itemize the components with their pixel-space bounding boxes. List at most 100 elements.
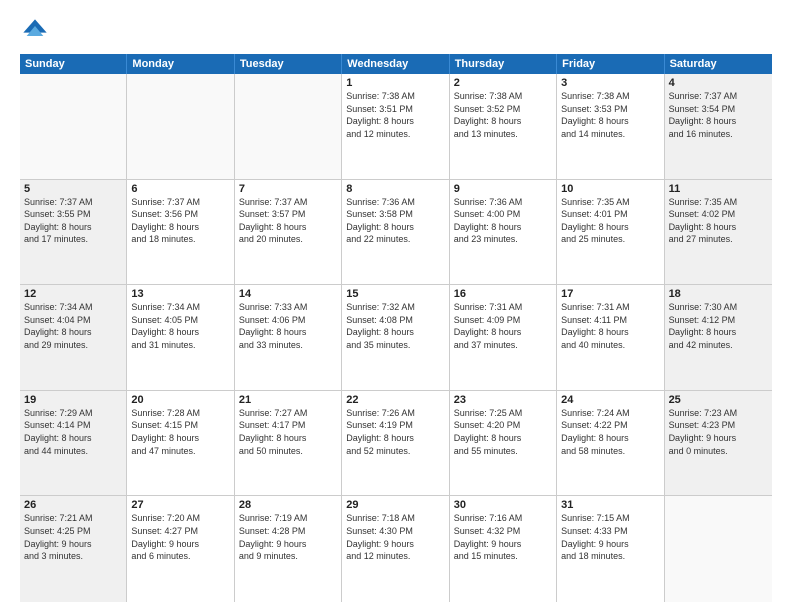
day-info: Sunrise: 7:20 AM Sunset: 4:27 PM Dayligh… [131, 512, 229, 562]
day-number: 31 [561, 499, 659, 511]
day-info: Sunrise: 7:37 AM Sunset: 3:57 PM Dayligh… [239, 196, 337, 246]
day-info: Sunrise: 7:26 AM Sunset: 4:19 PM Dayligh… [346, 407, 444, 457]
day-cell-17: 17Sunrise: 7:31 AM Sunset: 4:11 PM Dayli… [557, 285, 664, 390]
day-cell-empty [665, 496, 772, 602]
day-number: 16 [454, 288, 552, 300]
week-row-3: 12Sunrise: 7:34 AM Sunset: 4:04 PM Dayli… [20, 285, 772, 391]
day-number: 29 [346, 499, 444, 511]
day-number: 21 [239, 394, 337, 406]
calendar-header: SundayMondayTuesdayWednesdayThursdayFrid… [20, 54, 772, 74]
day-info: Sunrise: 7:27 AM Sunset: 4:17 PM Dayligh… [239, 407, 337, 457]
day-info: Sunrise: 7:15 AM Sunset: 4:33 PM Dayligh… [561, 512, 659, 562]
day-cell-15: 15Sunrise: 7:32 AM Sunset: 4:08 PM Dayli… [342, 285, 449, 390]
day-info: Sunrise: 7:38 AM Sunset: 3:52 PM Dayligh… [454, 90, 552, 140]
week-row-2: 5Sunrise: 7:37 AM Sunset: 3:55 PM Daylig… [20, 180, 772, 286]
day-header-friday: Friday [557, 54, 664, 74]
day-number: 4 [669, 77, 768, 89]
day-cell-4: 4Sunrise: 7:37 AM Sunset: 3:54 PM Daylig… [665, 74, 772, 179]
day-number: 9 [454, 183, 552, 195]
day-header-wednesday: Wednesday [342, 54, 449, 74]
day-number: 11 [669, 183, 768, 195]
day-info: Sunrise: 7:31 AM Sunset: 4:09 PM Dayligh… [454, 301, 552, 351]
day-cell-7: 7Sunrise: 7:37 AM Sunset: 3:57 PM Daylig… [235, 180, 342, 285]
day-info: Sunrise: 7:23 AM Sunset: 4:23 PM Dayligh… [669, 407, 768, 457]
day-info: Sunrise: 7:34 AM Sunset: 4:05 PM Dayligh… [131, 301, 229, 351]
day-cell-2: 2Sunrise: 7:38 AM Sunset: 3:52 PM Daylig… [450, 74, 557, 179]
week-row-1: 1Sunrise: 7:38 AM Sunset: 3:51 PM Daylig… [20, 74, 772, 180]
day-info: Sunrise: 7:28 AM Sunset: 4:15 PM Dayligh… [131, 407, 229, 457]
day-info: Sunrise: 7:25 AM Sunset: 4:20 PM Dayligh… [454, 407, 552, 457]
day-number: 13 [131, 288, 229, 300]
header [20, 16, 772, 46]
day-header-sunday: Sunday [20, 54, 127, 74]
day-info: Sunrise: 7:21 AM Sunset: 4:25 PM Dayligh… [24, 512, 122, 562]
day-number: 26 [24, 499, 122, 511]
day-number: 19 [24, 394, 122, 406]
day-info: Sunrise: 7:35 AM Sunset: 4:01 PM Dayligh… [561, 196, 659, 246]
day-cell-18: 18Sunrise: 7:30 AM Sunset: 4:12 PM Dayli… [665, 285, 772, 390]
day-info: Sunrise: 7:19 AM Sunset: 4:28 PM Dayligh… [239, 512, 337, 562]
day-cell-3: 3Sunrise: 7:38 AM Sunset: 3:53 PM Daylig… [557, 74, 664, 179]
week-row-4: 19Sunrise: 7:29 AM Sunset: 4:14 PM Dayli… [20, 391, 772, 497]
day-cell-14: 14Sunrise: 7:33 AM Sunset: 4:06 PM Dayli… [235, 285, 342, 390]
day-cell-27: 27Sunrise: 7:20 AM Sunset: 4:27 PM Dayli… [127, 496, 234, 602]
day-number: 22 [346, 394, 444, 406]
day-number: 14 [239, 288, 337, 300]
day-number: 6 [131, 183, 229, 195]
day-info: Sunrise: 7:29 AM Sunset: 4:14 PM Dayligh… [24, 407, 122, 457]
calendar: SundayMondayTuesdayWednesdayThursdayFrid… [20, 54, 772, 602]
day-number: 23 [454, 394, 552, 406]
day-number: 30 [454, 499, 552, 511]
day-cell-26: 26Sunrise: 7:21 AM Sunset: 4:25 PM Dayli… [20, 496, 127, 602]
day-cell-5: 5Sunrise: 7:37 AM Sunset: 3:55 PM Daylig… [20, 180, 127, 285]
day-info: Sunrise: 7:18 AM Sunset: 4:30 PM Dayligh… [346, 512, 444, 562]
day-number: 10 [561, 183, 659, 195]
day-number: 7 [239, 183, 337, 195]
day-cell-20: 20Sunrise: 7:28 AM Sunset: 4:15 PM Dayli… [127, 391, 234, 496]
day-info: Sunrise: 7:30 AM Sunset: 4:12 PM Dayligh… [669, 301, 768, 351]
day-info: Sunrise: 7:16 AM Sunset: 4:32 PM Dayligh… [454, 512, 552, 562]
day-cell-11: 11Sunrise: 7:35 AM Sunset: 4:02 PM Dayli… [665, 180, 772, 285]
day-header-thursday: Thursday [450, 54, 557, 74]
day-cell-empty [235, 74, 342, 179]
day-number: 17 [561, 288, 659, 300]
day-cell-30: 30Sunrise: 7:16 AM Sunset: 4:32 PM Dayli… [450, 496, 557, 602]
day-cell-9: 9Sunrise: 7:36 AM Sunset: 4:00 PM Daylig… [450, 180, 557, 285]
calendar-body: 1Sunrise: 7:38 AM Sunset: 3:51 PM Daylig… [20, 74, 772, 602]
day-info: Sunrise: 7:24 AM Sunset: 4:22 PM Dayligh… [561, 407, 659, 457]
day-info: Sunrise: 7:38 AM Sunset: 3:51 PM Dayligh… [346, 90, 444, 140]
day-info: Sunrise: 7:37 AM Sunset: 3:55 PM Dayligh… [24, 196, 122, 246]
day-cell-31: 31Sunrise: 7:15 AM Sunset: 4:33 PM Dayli… [557, 496, 664, 602]
day-cell-24: 24Sunrise: 7:24 AM Sunset: 4:22 PM Dayli… [557, 391, 664, 496]
day-header-saturday: Saturday [665, 54, 772, 74]
day-number: 15 [346, 288, 444, 300]
day-number: 28 [239, 499, 337, 511]
day-cell-22: 22Sunrise: 7:26 AM Sunset: 4:19 PM Dayli… [342, 391, 449, 496]
day-info: Sunrise: 7:35 AM Sunset: 4:02 PM Dayligh… [669, 196, 768, 246]
day-info: Sunrise: 7:36 AM Sunset: 3:58 PM Dayligh… [346, 196, 444, 246]
logo-icon [20, 16, 50, 46]
day-cell-25: 25Sunrise: 7:23 AM Sunset: 4:23 PM Dayli… [665, 391, 772, 496]
day-info: Sunrise: 7:34 AM Sunset: 4:04 PM Dayligh… [24, 301, 122, 351]
day-cell-23: 23Sunrise: 7:25 AM Sunset: 4:20 PM Dayli… [450, 391, 557, 496]
day-cell-empty [127, 74, 234, 179]
day-cell-28: 28Sunrise: 7:19 AM Sunset: 4:28 PM Dayli… [235, 496, 342, 602]
day-number: 27 [131, 499, 229, 511]
day-number: 3 [561, 77, 659, 89]
day-info: Sunrise: 7:32 AM Sunset: 4:08 PM Dayligh… [346, 301, 444, 351]
day-number: 24 [561, 394, 659, 406]
day-info: Sunrise: 7:33 AM Sunset: 4:06 PM Dayligh… [239, 301, 337, 351]
day-info: Sunrise: 7:31 AM Sunset: 4:11 PM Dayligh… [561, 301, 659, 351]
day-header-monday: Monday [127, 54, 234, 74]
day-cell-12: 12Sunrise: 7:34 AM Sunset: 4:04 PM Dayli… [20, 285, 127, 390]
day-cell-10: 10Sunrise: 7:35 AM Sunset: 4:01 PM Dayli… [557, 180, 664, 285]
day-number: 1 [346, 77, 444, 89]
day-cell-19: 19Sunrise: 7:29 AM Sunset: 4:14 PM Dayli… [20, 391, 127, 496]
day-cell-6: 6Sunrise: 7:37 AM Sunset: 3:56 PM Daylig… [127, 180, 234, 285]
day-cell-21: 21Sunrise: 7:27 AM Sunset: 4:17 PM Dayli… [235, 391, 342, 496]
day-cell-13: 13Sunrise: 7:34 AM Sunset: 4:05 PM Dayli… [127, 285, 234, 390]
day-number: 12 [24, 288, 122, 300]
day-header-tuesday: Tuesday [235, 54, 342, 74]
logo [20, 16, 54, 46]
day-cell-8: 8Sunrise: 7:36 AM Sunset: 3:58 PM Daylig… [342, 180, 449, 285]
